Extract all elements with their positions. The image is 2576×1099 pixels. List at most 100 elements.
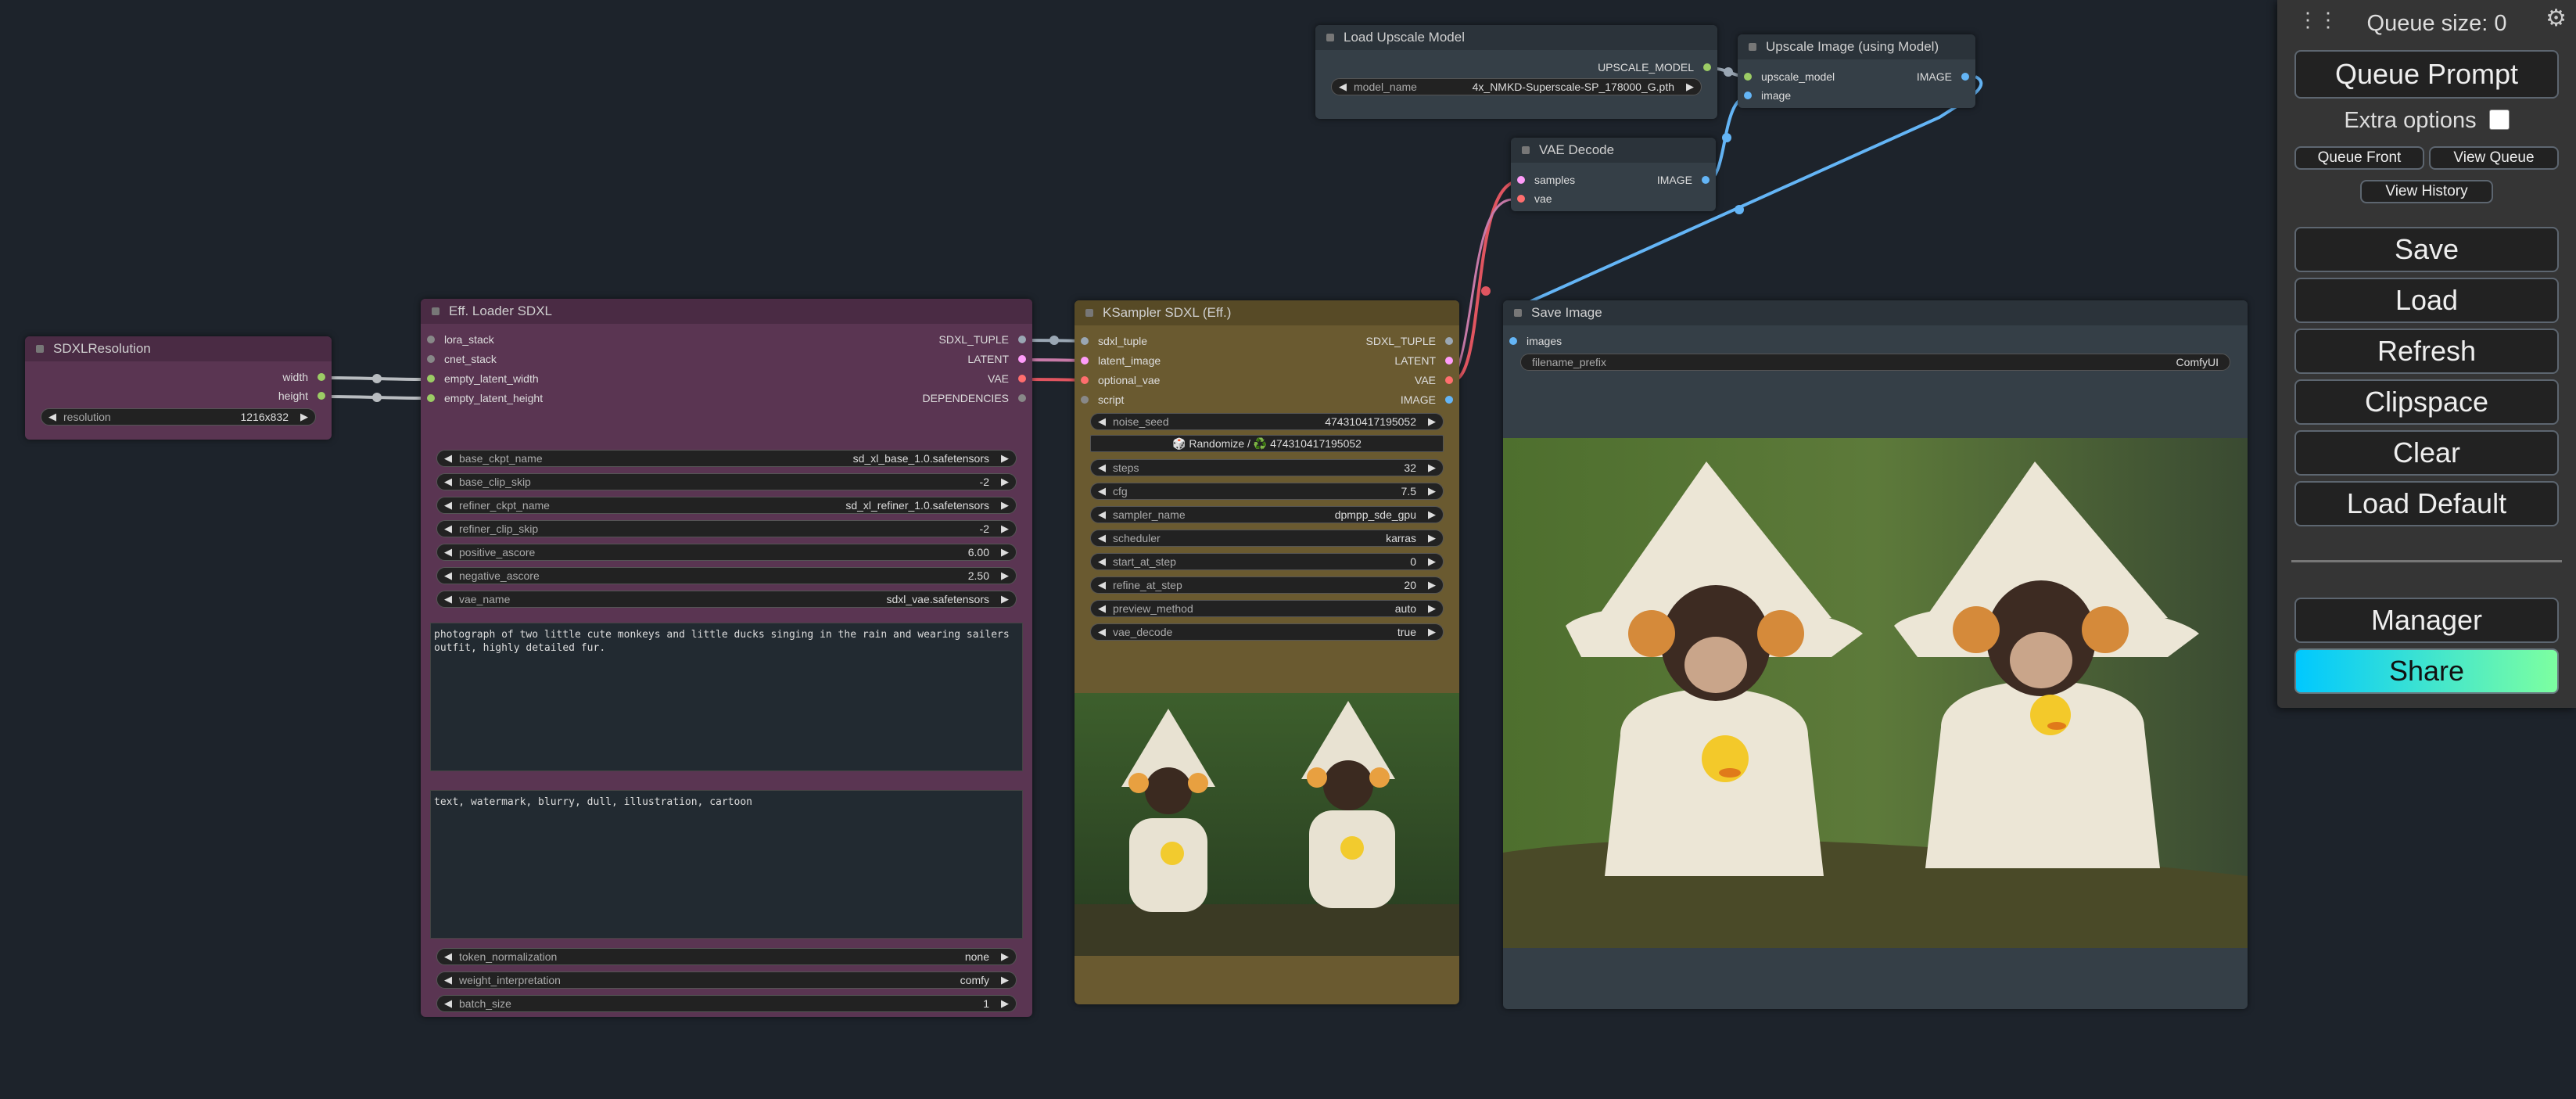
output-image[interactable]: IMAGE bbox=[1917, 69, 1969, 84]
output-dependencies[interactable]: DEPENDENCIES bbox=[923, 390, 1026, 406]
noise-seed-widget[interactable]: ◀ noise_seed 474310417195052 ▶ bbox=[1090, 413, 1444, 430]
decrement-arrow-icon[interactable]: ◀ bbox=[444, 523, 452, 535]
clear-button[interactable]: Clear bbox=[2294, 430, 2559, 476]
increment-arrow-icon[interactable]: ▶ bbox=[1428, 508, 1436, 521]
output-latent[interactable]: LATENT bbox=[1394, 353, 1453, 368]
increment-arrow-icon[interactable]: ▶ bbox=[1428, 485, 1436, 497]
decrement-arrow-icon[interactable]: ◀ bbox=[444, 499, 452, 512]
ksampler-sdxl-node[interactable]: KSampler SDXL (Eff.) sdxl_tuple latent_i… bbox=[1075, 300, 1459, 1004]
load-default-button[interactable]: Load Default bbox=[2294, 481, 2559, 526]
extra-options-checkbox[interactable] bbox=[2488, 110, 2510, 130]
input-empty-latent-height[interactable]: empty_latent_height bbox=[427, 390, 543, 406]
share-button[interactable]: Share bbox=[2294, 648, 2559, 694]
node-title[interactable]: KSampler SDXL (Eff.) bbox=[1075, 300, 1459, 325]
upscale-image-node[interactable]: Upscale Image (using Model) upscale_mode… bbox=[1738, 34, 1975, 108]
decrement-arrow-icon[interactable]: ◀ bbox=[444, 997, 452, 1010]
vae-decode-node[interactable]: VAE Decode samples vae IMAGE bbox=[1511, 138, 1716, 211]
decrement-arrow-icon[interactable]: ◀ bbox=[1098, 508, 1106, 521]
increment-arrow-icon[interactable]: ▶ bbox=[1001, 452, 1009, 465]
input-optional-vae[interactable]: optional_vae bbox=[1081, 372, 1160, 388]
node-title[interactable]: Upscale Image (using Model) bbox=[1738, 34, 1975, 59]
sdxl-resolution-node[interactable]: SDXLResolution width height ◀ resolution 1… bbox=[25, 336, 332, 440]
input-upscale-model[interactable]: upscale_model bbox=[1744, 69, 1835, 84]
increment-arrow-icon[interactable]: ▶ bbox=[1001, 499, 1009, 512]
resolution-widget[interactable]: ◀ resolution 1216x832 ▶ bbox=[41, 408, 316, 426]
collapse-dot-icon[interactable] bbox=[1085, 309, 1093, 317]
output-image[interactable]: IMAGE bbox=[1657, 172, 1710, 188]
settings-gear-icon[interactable]: ⚙ bbox=[2546, 5, 2567, 32]
positive-prompt-textarea[interactable]: photograph of two little cute monkeys an… bbox=[430, 623, 1023, 771]
output-height[interactable]: height bbox=[278, 388, 325, 404]
sampler-name-widget[interactable]: ◀ sampler_name dpmpp_sde_gpu ▶ bbox=[1090, 506, 1444, 523]
queue-prompt-button[interactable]: Queue Prompt bbox=[2294, 50, 2559, 99]
decrement-arrow-icon[interactable]: ◀ bbox=[444, 569, 452, 582]
decrement-arrow-icon[interactable]: ◀ bbox=[444, 950, 452, 963]
increment-arrow-icon[interactable]: ▶ bbox=[1001, 997, 1009, 1010]
output-image[interactable]: IMAGE bbox=[1401, 392, 1453, 408]
increment-arrow-icon[interactable]: ▶ bbox=[1001, 593, 1009, 605]
input-vae[interactable]: vae bbox=[1517, 191, 1552, 207]
input-latent-image[interactable]: latent_image bbox=[1081, 353, 1161, 368]
token-normalization-widget[interactable]: ◀ token_normalization none ▶ bbox=[436, 948, 1017, 965]
decrement-arrow-icon[interactable]: ◀ bbox=[1098, 462, 1106, 474]
randomize-seed-button[interactable]: 🎲 Randomize / ♻️ 474310417195052 bbox=[1090, 435, 1444, 452]
increment-arrow-icon[interactable]: ▶ bbox=[1428, 532, 1436, 544]
weight-interpretation-widget[interactable]: ◀ weight_interpretation comfy ▶ bbox=[436, 972, 1017, 989]
input-cnet-stack[interactable]: cnet_stack bbox=[427, 351, 497, 367]
refiner-clip-skip-widget[interactable]: ◀ refiner_clip_skip -2 ▶ bbox=[436, 520, 1017, 537]
decrement-arrow-icon[interactable]: ◀ bbox=[1339, 81, 1347, 93]
increment-arrow-icon[interactable]: ▶ bbox=[1001, 974, 1009, 986]
output-vae[interactable]: VAE bbox=[1415, 372, 1453, 388]
decrement-arrow-icon[interactable]: ◀ bbox=[1098, 602, 1106, 615]
negative-ascore-widget[interactable]: ◀ negative_ascore 2.50 ▶ bbox=[436, 567, 1017, 584]
decrement-arrow-icon[interactable]: ◀ bbox=[444, 452, 452, 465]
increment-arrow-icon[interactable]: ▶ bbox=[1428, 602, 1436, 615]
decrement-arrow-icon[interactable]: ◀ bbox=[444, 974, 452, 986]
increment-arrow-icon[interactable]: ▶ bbox=[1001, 569, 1009, 582]
base-ckpt-name-widget[interactable]: ◀ base_ckpt_name sd_xl_base_1.0.safetensor… bbox=[436, 450, 1017, 467]
model-name-widget[interactable]: ◀ model_name 4x_NMKD-Superscale-SP_178000_… bbox=[1331, 78, 1702, 95]
input-image[interactable]: image bbox=[1744, 88, 1791, 103]
input-samples[interactable]: samples bbox=[1517, 172, 1575, 188]
positive-ascore-widget[interactable]: ◀ positive_ascore 6.00 ▶ bbox=[436, 544, 1017, 561]
decrement-arrow-icon[interactable]: ◀ bbox=[48, 411, 56, 423]
decrement-arrow-icon[interactable]: ◀ bbox=[1098, 415, 1106, 428]
save-image-node[interactable]: Save Image images filename_prefix ComfyUI bbox=[1503, 300, 2248, 1009]
negative-prompt-textarea[interactable]: text, watermark, blurry, dull, illustrat… bbox=[430, 790, 1023, 939]
increment-arrow-icon[interactable]: ▶ bbox=[1001, 476, 1009, 488]
cfg-widget[interactable]: ◀ cfg 7.5 ▶ bbox=[1090, 483, 1444, 500]
increment-arrow-icon[interactable]: ▶ bbox=[1001, 523, 1009, 535]
output-latent[interactable]: LATENT bbox=[967, 351, 1026, 367]
queue-front-button[interactable]: Queue Front bbox=[2294, 146, 2424, 170]
increment-arrow-icon[interactable]: ▶ bbox=[300, 411, 308, 423]
node-title[interactable]: SDXLResolution bbox=[25, 336, 332, 361]
vae-decode-widget[interactable]: ◀ vae_decode true ▶ bbox=[1090, 623, 1444, 641]
increment-arrow-icon[interactable]: ▶ bbox=[1428, 555, 1436, 568]
output-vae[interactable]: VAE bbox=[988, 371, 1026, 386]
start-at-step-widget[interactable]: ◀ start_at_step 0 ▶ bbox=[1090, 553, 1444, 570]
base-clip-skip-widget[interactable]: ◀ base_clip_skip -2 ▶ bbox=[436, 473, 1017, 490]
refresh-button[interactable]: Refresh bbox=[2294, 329, 2559, 374]
increment-arrow-icon[interactable]: ▶ bbox=[1001, 546, 1009, 558]
increment-arrow-icon[interactable]: ▶ bbox=[1686, 81, 1694, 93]
load-upscale-model-node[interactable]: Load Upscale Model UPSCALE_MODEL ◀ model_… bbox=[1315, 25, 1717, 119]
view-queue-button[interactable]: View Queue bbox=[2429, 146, 2559, 170]
scheduler-widget[interactable]: ◀ scheduler karras ▶ bbox=[1090, 530, 1444, 547]
node-title[interactable]: Eff. Loader SDXL bbox=[421, 299, 1032, 324]
node-title[interactable]: Load Upscale Model bbox=[1315, 25, 1717, 50]
eff-loader-sdxl-node[interactable]: Eff. Loader SDXL lora_stack cnet_stack e… bbox=[421, 299, 1032, 1017]
output-sdxl-tuple[interactable]: SDXL_TUPLE bbox=[1366, 333, 1453, 349]
collapse-dot-icon[interactable] bbox=[1522, 146, 1530, 154]
collapse-dot-icon[interactable] bbox=[1514, 309, 1522, 317]
input-script[interactable]: script bbox=[1081, 392, 1124, 408]
refine-at-step-widget[interactable]: ◀ refine_at_step 20 ▶ bbox=[1090, 576, 1444, 594]
output-upscale-model[interactable]: UPSCALE_MODEL bbox=[1598, 59, 1711, 75]
save-button[interactable]: Save bbox=[2294, 227, 2559, 272]
input-lora-stack[interactable]: lora_stack bbox=[427, 332, 494, 347]
decrement-arrow-icon[interactable]: ◀ bbox=[1098, 485, 1106, 497]
refiner-ckpt-name-widget[interactable]: ◀ refiner_ckpt_name sd_xl_refiner_1.0.safe… bbox=[436, 497, 1017, 514]
decrement-arrow-icon[interactable]: ◀ bbox=[1098, 626, 1106, 638]
node-title[interactable]: VAE Decode bbox=[1511, 138, 1716, 163]
increment-arrow-icon[interactable]: ▶ bbox=[1428, 415, 1436, 428]
decrement-arrow-icon[interactable]: ◀ bbox=[444, 546, 452, 558]
